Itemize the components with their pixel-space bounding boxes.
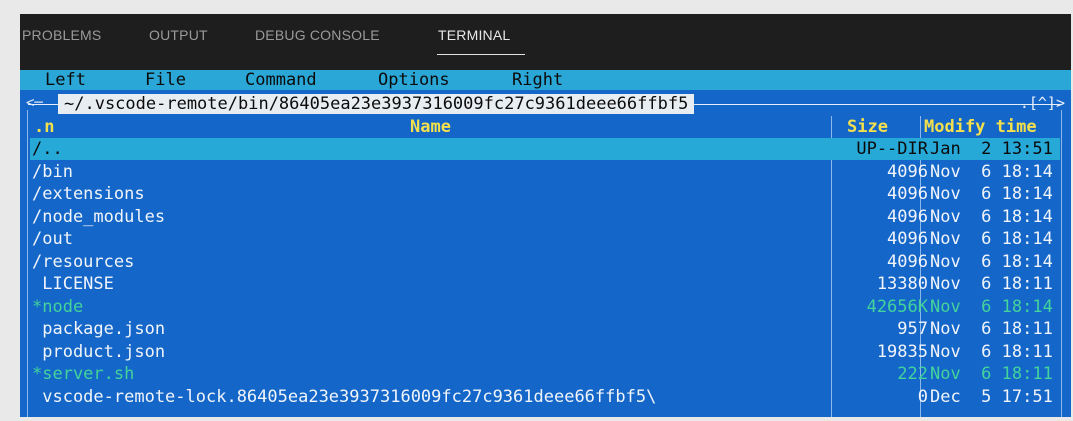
file-size: 4096	[887, 229, 928, 249]
column-header-size[interactable]: Size	[847, 117, 888, 137]
tab-debug-console[interactable]: DEBUG CONSOLE	[255, 27, 380, 43]
file-size: 4096	[887, 161, 928, 182]
file-name: /out	[32, 229, 73, 249]
file-row[interactable]: LICENSE 13380 Nov 6 18:11	[30, 273, 1060, 295]
file-modified: Nov 6 18:14	[930, 161, 1053, 182]
file-modified: Nov 6 18:14	[930, 229, 1053, 249]
file-modified: Nov 6 18:14	[930, 296, 1053, 317]
file-size: 42656K	[866, 296, 928, 317]
file-row[interactable]: /.. UP--DIR Jan 2 13:51	[30, 138, 1060, 160]
file-name: /node_modules	[32, 206, 166, 227]
menu-left[interactable]: Left	[45, 70, 86, 90]
tab-output[interactable]: OUTPUT	[149, 27, 208, 43]
column-header-name[interactable]: Name	[410, 117, 451, 137]
file-name: *node	[32, 296, 84, 317]
file-modified: Nov 6 18:14	[930, 251, 1053, 272]
menu-command[interactable]: Command	[245, 70, 317, 90]
file-name: /..	[32, 139, 63, 159]
file-modified: Nov 6 18:14	[930, 184, 1053, 204]
file-name: /extensions	[32, 184, 145, 204]
file-row[interactable]: /bin 4096 Nov 6 18:14	[30, 161, 1060, 183]
file-row[interactable]: package.json 957 Nov 6 18:11	[30, 318, 1060, 340]
file-row[interactable]: /node_modules 4096 Nov 6 18:14	[30, 206, 1060, 228]
panel-tab-bar: PROBLEMS OUTPUT DEBUG CONSOLE TERMINAL	[20, 14, 1071, 70]
file-name: package.json	[32, 319, 166, 339]
file-row[interactable]: *server.sh 222 Nov 6 18:11	[30, 363, 1060, 385]
file-size: 4096	[887, 251, 928, 272]
file-size: UP--DIR	[856, 139, 928, 159]
menu-file[interactable]: File	[145, 70, 186, 90]
vscode-panel: PROBLEMS OUTPUT DEBUG CONSOLE TERMINAL L…	[20, 14, 1071, 417]
file-size: 4096	[887, 184, 928, 204]
file-size: 0	[917, 386, 928, 407]
file-modified: Dec 5 17:51	[930, 386, 1053, 407]
current-path[interactable]: ~/.vscode-remote/bin/86405ea23e393731600…	[58, 94, 695, 114]
file-size: 4096	[887, 206, 928, 227]
panel-left-arrow-icon[interactable]: <─	[26, 94, 43, 112]
file-modified: Nov 6 18:11	[930, 319, 1053, 339]
file-name: vscode-remote-lock.86405ea23e3937316009f…	[32, 386, 657, 407]
column-header-modify-time[interactable]: Modify time	[924, 117, 1037, 137]
file-size: 13380	[876, 274, 928, 294]
file-modified: Nov 6 18:11	[930, 274, 1053, 294]
file-row[interactable]: /resources 4096 Nov 6 18:14	[30, 251, 1060, 273]
panel-right-border	[1061, 110, 1062, 417]
file-row[interactable]: product.json 19835 Nov 6 18:11	[30, 341, 1060, 363]
file-row[interactable]: /out 4096 Nov 6 18:14	[30, 228, 1060, 250]
menu-right[interactable]: Right	[512, 70, 563, 90]
file-modified: Nov 6 18:14	[930, 206, 1053, 227]
file-name: /bin	[32, 161, 73, 182]
tab-problems[interactable]: PROBLEMS	[22, 27, 101, 43]
file-name: *server.sh	[32, 364, 135, 384]
file-name: /resources	[32, 251, 135, 272]
tab-terminal[interactable]: TERMINAL	[438, 27, 510, 43]
panel-history-control[interactable]: .[^]>	[1020, 94, 1065, 112]
file-size: 222	[897, 364, 928, 384]
file-modified: Jan 2 13:51	[930, 139, 1053, 159]
file-modified: Nov 6 18:11	[930, 364, 1053, 384]
file-row[interactable]: vscode-remote-lock.86405ea23e3937316009f…	[30, 386, 1060, 408]
file-modified: Nov 6 18:11	[930, 341, 1053, 362]
file-name: product.json	[32, 341, 166, 362]
file-size: 19835	[876, 341, 928, 362]
active-tab-indicator	[437, 54, 525, 55]
file-name: LICENSE	[32, 274, 114, 294]
file-row[interactable]: /extensions 4096 Nov 6 18:14	[30, 183, 1060, 205]
panel-left-border	[27, 110, 28, 417]
terminal-midnight-commander[interactable]: Left File Command Options Right <─ ~/.vs…	[20, 70, 1071, 417]
mc-menubar: Left File Command Options Right	[20, 70, 1071, 90]
sort-indicator[interactable]: .n	[34, 117, 54, 137]
file-size: 957	[897, 319, 928, 339]
file-row[interactable]: *node 42656K Nov 6 18:14	[30, 296, 1060, 318]
menu-options[interactable]: Options	[378, 70, 450, 90]
